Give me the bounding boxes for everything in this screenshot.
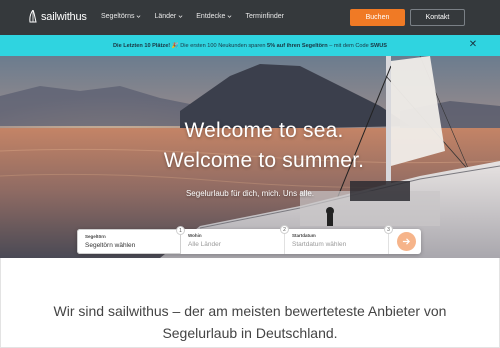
logo[interactable]: sailwithus	[28, 10, 87, 24]
step-number-badge: 2	[280, 225, 289, 234]
field-value: Startdatum wählen	[292, 241, 347, 248]
wohin-select[interactable]: Wohin Alle Länder 2	[181, 225, 289, 254]
nav-links: Segeltörns Länder Entdecke Terminfinder	[101, 13, 297, 20]
step-number-badge: 1	[176, 226, 185, 235]
sail-logo-icon	[29, 10, 37, 23]
nav-item-segeltoerns[interactable]: Segeltörns	[101, 13, 141, 20]
hero-subtitle: Segelurlaub für dich, mich. Uns alle.	[185, 189, 315, 198]
field-label: Startdatum	[292, 233, 316, 238]
buchen-button[interactable]: Buchen	[350, 9, 405, 26]
nav-item-terminfinder[interactable]: Terminfinder	[245, 13, 284, 20]
arrow-right-icon	[402, 238, 411, 245]
hero-section: Welcome to sea. Welcome to summer. Segel…	[0, 56, 500, 258]
field-label: Wohin	[188, 233, 202, 238]
field-value: Alle Länder	[188, 241, 221, 248]
promo-text-end: – mit dem Code	[327, 42, 371, 49]
chevron-down-icon	[178, 15, 183, 18]
chevron-down-icon	[137, 15, 141, 18]
party-emoji-icon: 🎉	[171, 42, 179, 49]
hero-title-line1: Welcome to sea.	[184, 119, 344, 142]
promo-bold-prefix: Die Letzten 10 Plätze!	[112, 42, 171, 49]
top-navbar: sailwithus Segeltörns Länder Entdecke Te…	[0, 0, 500, 35]
field-label: Segeltörn	[85, 234, 106, 239]
kontakt-button[interactable]: Kontakt	[410, 9, 465, 26]
promo-text-mid: Die ersten 100 Neukunden sparen	[178, 42, 268, 49]
step-number-badge: 3	[384, 225, 393, 234]
promo-code: SWUS	[370, 42, 388, 49]
nav-item-entdecke[interactable]: Entdecke	[196, 13, 232, 20]
logo-text: sailwithus	[41, 11, 87, 23]
nav-item-label: Entdecke	[196, 13, 226, 20]
search-bar: Segeltörn Segeltörn wählen 1 Wohin Alle …	[77, 225, 421, 254]
startdatum-select[interactable]: Startdatum Startdatum wählen 3	[285, 225, 393, 254]
nav-item-label: Terminfinder	[245, 13, 284, 20]
nav-item-label: Segeltörns	[101, 13, 135, 20]
headline-line2: Segelurlaub in Deutschland.	[162, 325, 338, 341]
field-value: Segeltörn wählen	[85, 242, 136, 249]
nav-item-laender[interactable]: Länder	[154, 13, 183, 20]
segeltoern-select[interactable]: Segeltörn Segeltörn wählen 1	[77, 226, 185, 254]
nav-item-label: Länder	[154, 13, 177, 20]
hero-title-line2: Welcome to summer.	[163, 149, 365, 172]
search-submit-button[interactable]	[397, 232, 416, 251]
promo-banner: Die Letzten 10 Plätze! 🎉 Die ersten 100 …	[0, 35, 500, 56]
headline-line1: Wir sind sailwithus – der am meisten bew…	[53, 303, 447, 319]
chevron-down-icon	[228, 15, 232, 18]
promo-offer: 5% auf ihren Segeltörn	[267, 42, 328, 49]
promo-text: Die Letzten 10 Plätze! 🎉 Die ersten 100 …	[113, 43, 387, 49]
close-icon[interactable]: ✕	[468, 40, 478, 50]
main-headline: Wir sind sailwithus – der am meisten bew…	[0, 300, 500, 344]
